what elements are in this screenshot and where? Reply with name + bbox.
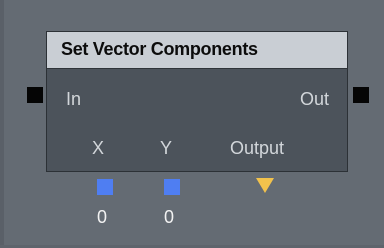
- input-y-value[interactable]: 0: [164, 207, 174, 227]
- exec-out-label: Out: [299, 89, 329, 109]
- input-x-value[interactable]: 0: [97, 207, 107, 227]
- input-y-port[interactable]: [164, 179, 180, 195]
- exec-input-port[interactable]: [27, 87, 43, 103]
- input-x-port[interactable]: [97, 179, 113, 195]
- set-vector-components-node[interactable]: Set Vector Components In Out X Y Output: [46, 31, 348, 172]
- output-label: Output: [230, 138, 285, 158]
- exec-in-label: In: [66, 89, 82, 109]
- node-title[interactable]: Set Vector Components: [47, 32, 347, 69]
- output-port[interactable]: [256, 178, 274, 193]
- input-y-label: Y: [160, 138, 173, 158]
- input-x-label: X: [92, 138, 105, 158]
- canvas-edge: [0, 0, 4, 248]
- exec-output-port[interactable]: [353, 87, 369, 103]
